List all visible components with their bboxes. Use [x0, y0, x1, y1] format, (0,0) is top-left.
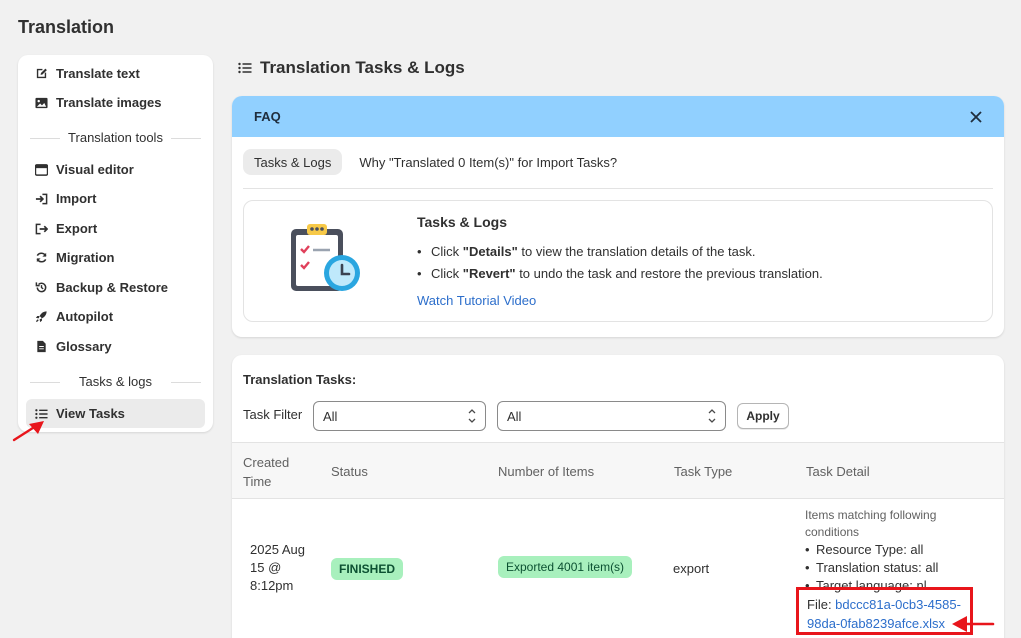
- list-icon: [238, 62, 252, 74]
- list-item: Translation status: all: [805, 559, 990, 577]
- sidebar-item-label: Backup & Restore: [56, 280, 168, 295]
- faq-card: FAQ Tasks & Logs Why "Translated 0 Item(…: [232, 96, 1004, 337]
- faq-header-title: FAQ: [254, 109, 281, 124]
- red-arrow-annotation-icon: [952, 616, 995, 632]
- apply-button[interactable]: Apply: [737, 403, 789, 429]
- chevron-updown-icon: [708, 409, 716, 423]
- sidebar: Translate text Translate images Translat…: [18, 55, 213, 432]
- sidebar-item-label: Visual editor: [56, 162, 134, 177]
- import-icon: [34, 192, 48, 206]
- list-item: Click "Revert" to undo the task and rest…: [417, 266, 823, 288]
- page-title-text: Translation Tasks & Logs: [260, 58, 465, 77]
- detail-intro: Items matching following conditions: [805, 508, 937, 539]
- faq-tab-translated-zero[interactable]: Why "Translated 0 Item(s)" for Import Ta…: [348, 149, 628, 175]
- sidebar-item-backup-restore[interactable]: Backup & Restore: [26, 273, 205, 302]
- image-icon: [34, 96, 48, 110]
- faq-box-title: Tasks & Logs: [417, 214, 507, 230]
- sidebar-item-label: Glossary: [56, 339, 112, 354]
- divider: [243, 188, 993, 189]
- chevron-updown-icon: [468, 409, 476, 423]
- column-header-created-time: Created Time: [243, 454, 290, 489]
- faq-header: FAQ: [232, 96, 1004, 137]
- column-header-task-detail: Task Detail: [806, 464, 870, 479]
- sidebar-item-label: Autopilot: [56, 309, 114, 324]
- refresh-icon: [34, 251, 48, 265]
- list-item: Target language: nl: [805, 577, 990, 595]
- document-icon: [34, 340, 48, 354]
- rocket-icon: [34, 310, 48, 324]
- created-time-cell: 2025 Aug 15 @ 8:12pm: [250, 542, 305, 593]
- window-icon: [34, 163, 48, 177]
- page-title: Translation Tasks & Logs: [238, 58, 465, 78]
- task-filter-label: Task Filter: [243, 407, 303, 422]
- sidebar-item-glossary[interactable]: Glossary: [26, 332, 205, 361]
- tasks-title: Translation Tasks:: [243, 372, 357, 387]
- watch-tutorial-link[interactable]: Watch Tutorial Video: [417, 293, 536, 308]
- history-icon: [34, 281, 48, 295]
- column-header-status: Status: [331, 464, 368, 479]
- faq-bullet-list: Click "Details" to view the translation …: [417, 244, 823, 288]
- column-header-number-of-items: Number of Items: [498, 464, 595, 479]
- items-count-badge: Exported 4001 item(s): [498, 556, 633, 578]
- group-title-translation-tools: Translation tools: [30, 130, 201, 145]
- detail-conditions-list: Resource Type: all Translation status: a…: [805, 541, 990, 595]
- sidebar-item-translate-text[interactable]: Translate text: [26, 59, 205, 88]
- sidebar-item-label: Export: [56, 221, 98, 236]
- sidebar-item-export[interactable]: Export: [26, 214, 205, 243]
- faq-tabs: Tasks & Logs Why "Translated 0 Item(s)" …: [243, 149, 634, 175]
- task-type-cell: export: [673, 561, 710, 576]
- items-count-cell: Exported 4001 item(s): [498, 556, 633, 578]
- sidebar-item-label: View Tasks: [56, 406, 125, 421]
- sidebar-item-view-tasks[interactable]: View Tasks: [26, 399, 205, 428]
- export-icon: [34, 222, 48, 236]
- list-item: Click "Details" to view the translation …: [417, 244, 823, 266]
- sidebar-item-label: Migration: [56, 250, 115, 265]
- clipboard-clock-icon: [291, 224, 360, 291]
- table-row: 2025 Aug 15 @ 8:12pm FINISHED Exported 4…: [232, 499, 1004, 638]
- table-header: Created Time Status Number of Items Task…: [232, 442, 1004, 499]
- task-filter-select-1[interactable]: All: [313, 401, 486, 431]
- sidebar-item-label: Translate images: [56, 95, 162, 110]
- sidebar-item-autopilot[interactable]: Autopilot: [26, 302, 205, 331]
- status-badge-cell: FINISHED: [331, 558, 404, 580]
- list-icon: [34, 407, 48, 421]
- edit-icon: [34, 67, 48, 81]
- status-badge: FINISHED: [331, 558, 404, 580]
- app-title: Translation: [18, 17, 115, 37]
- close-icon[interactable]: [968, 109, 984, 125]
- column-header-task-type: Task Type: [674, 464, 733, 479]
- sidebar-item-label: Translate text: [56, 66, 140, 81]
- sidebar-item-translate-images[interactable]: Translate images: [26, 88, 205, 117]
- group-title-tasks-logs: Tasks & logs: [30, 374, 201, 389]
- task-filter-select-2[interactable]: All: [497, 401, 726, 431]
- list-item: Resource Type: all: [805, 541, 990, 559]
- sidebar-item-migration[interactable]: Migration: [26, 243, 205, 272]
- sidebar-item-label: Import: [56, 191, 97, 206]
- red-arrow-annotation-icon: [12, 421, 44, 442]
- faq-tab-tasks-logs[interactable]: Tasks & Logs: [243, 149, 343, 175]
- tasks-card: Translation Tasks: Task Filter All All A…: [232, 355, 1004, 638]
- sidebar-item-visual-editor[interactable]: Visual editor: [26, 155, 205, 184]
- sidebar-item-import[interactable]: Import: [26, 184, 205, 213]
- faq-content-box: Tasks & Logs Click "Details" to view the…: [243, 200, 993, 322]
